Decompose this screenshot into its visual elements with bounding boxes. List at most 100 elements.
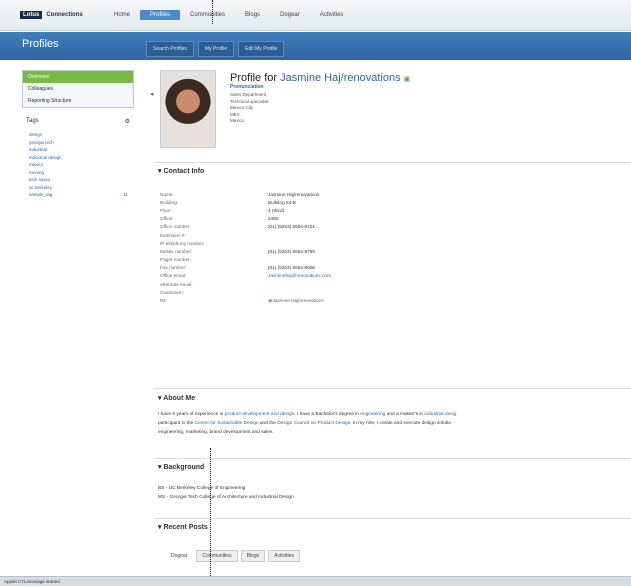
- divider: [154, 162, 631, 163]
- tag-item[interactable]: running: [29, 169, 134, 177]
- tag-link[interactable]: Centre for Sustainable Design: [195, 421, 259, 426]
- contact-row: Alternate email:: [160, 280, 620, 288]
- contact-field-label: Floor:: [160, 207, 172, 213]
- tag-link[interactable]: engineering: [360, 412, 385, 417]
- contact-field-label: Office:: [160, 216, 174, 222]
- recent-posts-header[interactable]: ▾ Recent Posts: [158, 523, 208, 531]
- tag-item[interactable]: mexico: [29, 161, 134, 169]
- contact-row: IP telephony number:: [160, 239, 620, 247]
- tags-settings-icon[interactable]: ⚙: [125, 118, 130, 125]
- tag-link[interactable]: Design Council on Product Design: [277, 421, 350, 426]
- background-header-label: Background: [163, 464, 205, 471]
- divider: [154, 388, 631, 389]
- profile-photo: [160, 70, 216, 148]
- contact-row: Fax number: (01) (5253) 5554-8008: [160, 264, 620, 272]
- vcard-icon[interactable]: ▣: [404, 76, 411, 83]
- contact-field-value[interactable]: Jasminehaj@renovations.com: [268, 273, 331, 278]
- contact-field-label: Building:: [160, 199, 178, 205]
- contact-field-value[interactable]: Jasmine Haj/renovations: [272, 298, 323, 303]
- contact-row: Name: Jasmine Haj/renovations: [160, 190, 620, 198]
- tag-item[interactable]: design: [29, 131, 134, 139]
- tab-blogs[interactable]: Blogs: [240, 550, 266, 562]
- tag-item[interactable]: georgia tech: [29, 139, 134, 147]
- tags-header-label[interactable]: Tags: [26, 118, 39, 125]
- tag-link[interactable]: industrial desig: [424, 412, 456, 417]
- tab-communities[interactable]: Communities: [196, 550, 238, 562]
- nav-activities[interactable]: Activities: [310, 10, 354, 20]
- contact-field-value: (01) (5253) 5554-8101: [268, 224, 315, 230]
- about-me-header-label: About Me: [163, 395, 196, 402]
- contact-field-label: Fax number:: [160, 265, 187, 271]
- profile-department: Sales Department: [230, 92, 267, 97]
- contact-field-label: Mobile number:: [160, 248, 193, 254]
- about-me-header[interactable]: ▾ About Me: [158, 394, 195, 402]
- contact-row: Extension #:: [160, 231, 620, 239]
- profile-subtabs: Search Profiles My Profile Edit My Profi…: [146, 41, 285, 57]
- tag-label[interactable]: sample_tag: [29, 191, 52, 199]
- sidebar-item-overview[interactable]: Overview: [23, 71, 133, 83]
- contact-field-label: Office number:: [160, 224, 191, 230]
- tag-link[interactable]: product development and design: [225, 412, 295, 417]
- profile-title-prefix: Profile for: [230, 72, 278, 84]
- about-text: and a master's in: [385, 412, 425, 417]
- tag-label[interactable]: running: [29, 169, 44, 177]
- tag-item[interactable]: industrial design: [29, 154, 134, 162]
- tab-edit-my-profile[interactable]: Edit My Profile: [238, 41, 285, 57]
- main-nav: Home Profiles Communities Blogs Dogear A…: [104, 10, 353, 20]
- lotus-connections-logo[interactable]: Lotus Connections: [20, 10, 86, 20]
- top-navigation-bar: Lotus Connections Home Profiles Communit…: [0, 0, 631, 31]
- tab-my-profile[interactable]: My Profile: [197, 41, 235, 57]
- annotation-dotted-line-top: [212, 0, 213, 24]
- tab-search-profiles[interactable]: Search Profiles: [146, 41, 194, 57]
- contact-field-value: (01) (5253) 5554-8769: [268, 248, 315, 254]
- divider: [154, 518, 631, 519]
- contact-row: Building: Building 54-B: [160, 198, 620, 206]
- tag-label[interactable]: georgia tech: [29, 139, 54, 147]
- sidebar-item-reporting-structure[interactable]: Reporting Structure: [23, 95, 133, 107]
- contact-row: Custmnem:: [160, 288, 620, 296]
- recent-posts-header-label: Recent Posts: [163, 524, 208, 531]
- tag-item[interactable]: sample_tag 11: [29, 191, 134, 199]
- tab-activities[interactable]: Activities: [268, 550, 300, 562]
- profile-info: Sales Department Technical specialist Me…: [230, 92, 269, 125]
- background-line: MS - Georgia Tech College of Architectur…: [158, 495, 294, 500]
- contact-row: Floor: 4 (third): [160, 206, 620, 214]
- tag-label[interactable]: tech savvy: [29, 176, 50, 184]
- status-bar: Applet CTLmessage started: [0, 576, 631, 586]
- contact-row: Office: 2480: [160, 215, 620, 223]
- contact-field-label: Extension #:: [160, 232, 186, 238]
- left-sidebar: Overview Colleagues Reporting Structure …: [22, 70, 134, 199]
- tag-label[interactable]: uc berkeley: [29, 184, 52, 192]
- tag-label[interactable]: industrial: [29, 146, 47, 154]
- annotation-dotted-line-bottom: [210, 448, 211, 586]
- photo-nav-arrow-icon[interactable]: ◂: [150, 90, 154, 98]
- profiles-banner: Profiles: [0, 32, 631, 60]
- background-header[interactable]: ▾ Background: [158, 463, 204, 471]
- lotus-logo-text: Lotus: [20, 11, 43, 19]
- sidebar-item-colleagues[interactable]: Colleagues: [23, 83, 133, 95]
- nav-profiles[interactable]: Profiles: [140, 10, 181, 20]
- contact-field-label: Custmnem:: [160, 289, 184, 295]
- nav-communities[interactable]: Communities: [180, 10, 235, 20]
- background-line: BS - UC Berkeley College of Engineering: [158, 486, 246, 491]
- contact-field-label: Alternate email:: [160, 281, 193, 287]
- about-text: . In my role, I create and execute desig…: [350, 421, 451, 426]
- tab-dogear[interactable]: Dogear: [165, 550, 194, 562]
- tag-label[interactable]: industrial design: [29, 154, 62, 162]
- tag-item[interactable]: uc berkeley: [29, 184, 134, 192]
- about-me-text: I have 8 years of experience in product …: [158, 410, 629, 437]
- nav-blogs[interactable]: Blogs: [235, 10, 270, 20]
- tag-item[interactable]: industrial: [29, 146, 134, 154]
- tag-label[interactable]: design: [29, 131, 42, 139]
- nav-dogear[interactable]: Dogear: [270, 10, 310, 20]
- contact-row: Office number: (01) (5253) 5554-8101: [160, 223, 620, 231]
- tag-label[interactable]: mexico: [29, 161, 43, 169]
- nav-home[interactable]: Home: [104, 10, 140, 20]
- tag-item[interactable]: tech savvy: [29, 176, 134, 184]
- contact-field-value: (01) (5253) 5554-8008: [268, 265, 315, 271]
- profile-title: Profile for Jasmine Haj/renovations ▣: [230, 72, 410, 84]
- contact-info-header[interactable]: ▾ Contact Info: [158, 167, 204, 175]
- about-text: engineering, marketing, brand developmen…: [158, 430, 274, 435]
- pronunciation-link[interactable]: Pronunciation: [230, 84, 264, 90]
- divider: [154, 458, 631, 459]
